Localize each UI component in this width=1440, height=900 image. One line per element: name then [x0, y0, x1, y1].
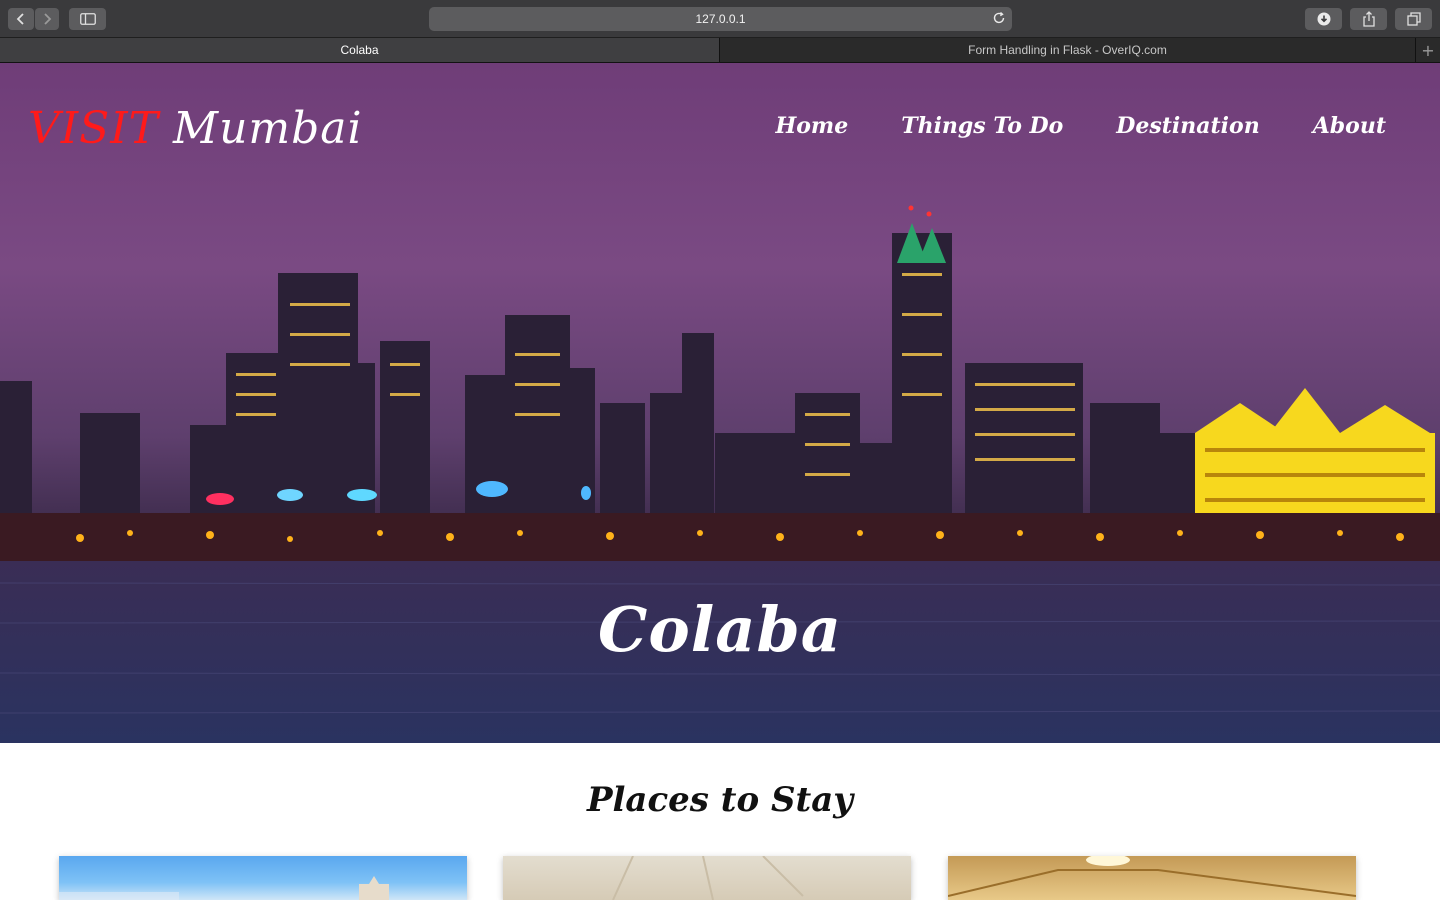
- section-title: Places to Stay: [586, 780, 854, 820]
- new-tab-button[interactable]: +: [1416, 38, 1440, 62]
- chevron-right-icon: [44, 13, 52, 25]
- nav-home[interactable]: Home: [775, 113, 848, 139]
- logo-visit-text: VISIT: [28, 103, 160, 154]
- hero-title: Colaba: [598, 593, 842, 666]
- hotel-photo-2: [612, 856, 804, 900]
- url-text: 127.0.0.1: [695, 12, 746, 26]
- sidebar-icon: [79, 13, 96, 25]
- hotel-card-1[interactable]: [59, 856, 467, 900]
- forward-button[interactable]: [35, 8, 59, 30]
- address-bar[interactable]: 127.0.0.1: [429, 7, 1012, 31]
- share-icon: [1362, 11, 1375, 27]
- main-nav: Home Things To Do Destination About: [775, 113, 1386, 139]
- tab-label: Colaba: [340, 43, 379, 57]
- nav-destination[interactable]: Destination: [1116, 113, 1259, 139]
- tab-colaba[interactable]: Colaba: [0, 38, 720, 62]
- tab-bar: Colaba Form Handling in Flask - OverIQ.c…: [0, 38, 1440, 63]
- hotel-photo-1: [59, 876, 389, 900]
- tab-form-handling[interactable]: Form Handling in Flask - OverIQ.com: [720, 38, 1416, 62]
- nav-things-to-do[interactable]: Things To Do: [901, 113, 1063, 139]
- site-logo[interactable]: VISIT Mumbai: [28, 103, 363, 154]
- tabs-overview-button[interactable]: [1395, 8, 1432, 30]
- plus-icon: +: [1421, 40, 1435, 60]
- hotel-photo-3: [948, 856, 1356, 897]
- download-icon: [1317, 12, 1330, 26]
- hotel-card-3[interactable]: [948, 856, 1356, 900]
- tab-label: Form Handling in Flask - OverIQ.com: [968, 43, 1167, 57]
- hero-banner: VISIT Mumbai Home Things To Do Destinatio…: [0, 63, 1440, 743]
- nav-about[interactable]: About: [1313, 113, 1386, 139]
- downloads-button[interactable]: [1305, 8, 1342, 30]
- back-button[interactable]: [8, 8, 34, 30]
- logo-city-text: Mumbai: [173, 103, 363, 154]
- browser-toolbar: 127.0.0.1: [0, 0, 1440, 38]
- reload-icon[interactable]: [992, 11, 1006, 25]
- share-button[interactable]: [1350, 8, 1387, 30]
- hotel-card-2[interactable]: [503, 856, 911, 900]
- chevron-left-icon: [16, 13, 24, 25]
- sidebar-toggle-button[interactable]: [69, 8, 106, 30]
- tabs-icon: [1406, 12, 1421, 26]
